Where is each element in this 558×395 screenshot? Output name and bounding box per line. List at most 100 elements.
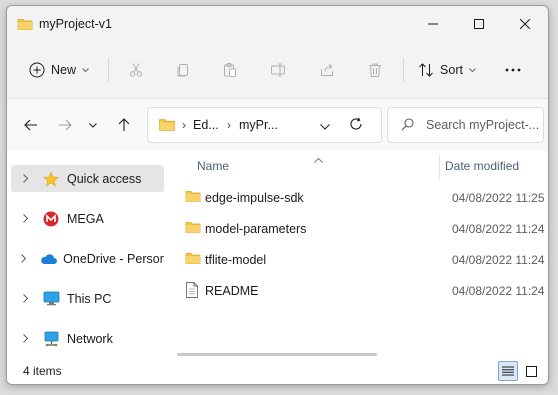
close-icon [520, 19, 530, 29]
chevron-right-icon[interactable] [13, 254, 35, 263]
new-button[interactable]: New [23, 54, 95, 86]
chevron-right-icon[interactable] [13, 294, 37, 303]
breadcrumb-separator: › [182, 118, 186, 132]
chevron-down-icon [320, 124, 330, 130]
close-button[interactable] [502, 6, 548, 42]
maximize-button[interactable] [456, 6, 502, 42]
network-icon [41, 331, 61, 347]
column-header-name[interactable]: Name [197, 159, 229, 173]
scissors-icon [129, 63, 143, 77]
file-date: 04/08/2022 11:24 [452, 253, 545, 267]
file-date: 04/08/2022 11:24 [452, 222, 545, 236]
folder-icon [185, 251, 201, 268]
breadcrumb-item[interactable]: Ed... [193, 118, 219, 132]
file-name: README [205, 284, 259, 298]
folder-icon [17, 17, 33, 34]
delete-button[interactable] [360, 54, 390, 86]
sidebar-item-label: Network [67, 331, 113, 346]
share-icon [321, 63, 333, 76]
sidebar-item-quick-access[interactable]: Quick access [11, 165, 164, 192]
copy-button[interactable] [168, 54, 198, 86]
address-bar[interactable]: › Ed... › myPr... [147, 107, 382, 143]
cloud-icon [39, 251, 57, 267]
breadcrumb-separator: › [227, 118, 231, 132]
table-row[interactable]: model-parameters 04/08/2022 11:24 [177, 214, 548, 242]
more-options-button[interactable] [498, 54, 528, 86]
mega-icon [41, 211, 61, 227]
file-name: tflite-model [205, 253, 267, 267]
trash-icon [369, 63, 381, 77]
rename-button[interactable] [263, 54, 293, 86]
recent-locations-button[interactable] [85, 113, 101, 137]
search-input[interactable]: Search myProject-... [387, 107, 544, 143]
sidebar-item-label: Quick access [67, 171, 142, 186]
status-bar: 4 items [7, 358, 548, 384]
sort-icon [419, 63, 433, 77]
title-bar: myProject-v1 [7, 6, 548, 42]
sidebar-item-mega[interactable]: MEGA [11, 205, 164, 232]
breadcrumb-item[interactable]: myPr... [239, 118, 278, 132]
plus-circle-icon [29, 62, 45, 78]
command-bar: New Sort [7, 42, 548, 99]
sort-button[interactable]: Sort [413, 54, 481, 86]
table-row[interactable]: README 04/08/2022 11:24 [177, 276, 548, 304]
explorer-window: myProject-v1 New Sort › Ed... › myPr... … [6, 5, 549, 385]
file-name: model-parameters [205, 222, 307, 236]
search-placeholder: Search myProject-... [426, 118, 540, 132]
computer-icon [41, 291, 61, 307]
chevron-right-icon[interactable] [13, 334, 37, 343]
refresh-button[interactable] [349, 117, 363, 134]
minimize-button[interactable] [410, 6, 456, 42]
chevron-down-icon [82, 67, 89, 72]
chevron-down-icon [469, 67, 476, 72]
maximize-icon [474, 19, 484, 29]
large-icons-view-button[interactable] [521, 361, 541, 381]
address-history-button[interactable] [320, 119, 330, 133]
up-button[interactable] [112, 113, 136, 137]
sort-label: Sort [440, 63, 463, 77]
table-row[interactable]: edge-impulse-sdk 04/08/2022 11:25 [177, 183, 548, 211]
sidebar-item-this-pc[interactable]: This PC [11, 285, 164, 312]
sidebar-item-label: OneDrive - Persona [63, 251, 164, 266]
sort-indicator-icon [314, 152, 323, 166]
sidebar-item-onedrive[interactable]: OneDrive - Persona [11, 245, 164, 272]
minimize-icon [428, 23, 438, 25]
item-count: 4 items [23, 364, 62, 378]
refresh-icon [350, 117, 362, 130]
divider [108, 58, 109, 82]
window-title: myProject-v1 [39, 17, 112, 31]
folder-icon [185, 220, 201, 237]
file-date: 04/08/2022 11:25 [452, 191, 545, 205]
folder-icon [158, 117, 176, 135]
horizontal-scrollbar[interactable] [177, 353, 377, 356]
chevron-right-icon[interactable] [13, 214, 37, 223]
rename-icon [271, 63, 285, 77]
column-divider[interactable] [439, 154, 440, 180]
new-label: New [50, 63, 76, 77]
address-row: › Ed... › myPr... Search myProject-... [7, 99, 548, 151]
table-row[interactable]: tflite-model 04/08/2022 11:24 [177, 245, 548, 273]
navigation-pane: Quick access MEGA OneDrive - Persona Thi… [7, 152, 167, 357]
file-name: edge-impulse-sdk [205, 191, 304, 205]
share-button[interactable] [312, 54, 342, 86]
arrow-left-icon [24, 119, 37, 131]
divider [403, 58, 404, 82]
document-icon [185, 282, 199, 301]
sidebar-item-label: MEGA [67, 211, 104, 226]
file-date: 04/08/2022 11:24 [452, 284, 545, 298]
tiles-view-icon [525, 365, 537, 377]
forward-button[interactable] [53, 113, 77, 137]
details-view-icon [502, 366, 514, 376]
chevron-right-icon[interactable] [13, 174, 37, 183]
folder-icon [185, 189, 201, 206]
arrow-right-icon [59, 119, 72, 131]
star-icon [41, 170, 61, 187]
back-button[interactable] [19, 113, 43, 137]
sidebar-item-network[interactable]: Network [11, 325, 164, 352]
copy-icon [177, 64, 188, 77]
paste-icon [224, 63, 236, 77]
paste-button[interactable] [215, 54, 245, 86]
column-header-date-modified[interactable]: Date modified [445, 159, 519, 173]
details-view-button[interactable] [498, 361, 518, 381]
cut-button[interactable] [121, 54, 151, 86]
